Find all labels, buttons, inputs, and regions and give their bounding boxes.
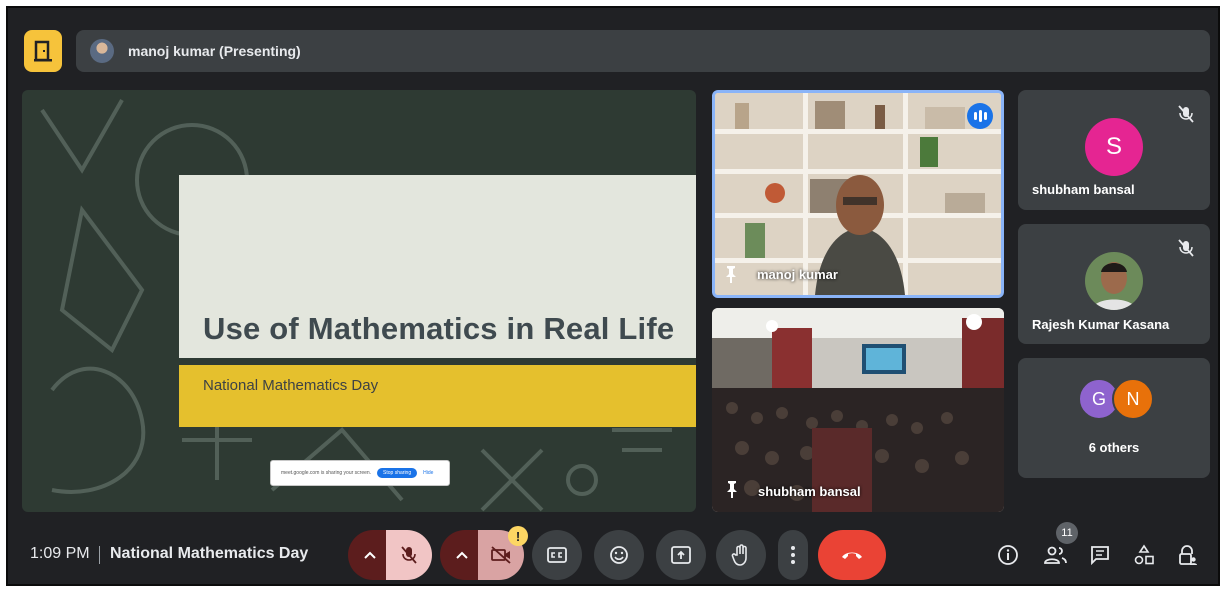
classroom-participant-name: shubham bansal [758, 484, 861, 499]
meeting-clock: 1:09 PM [30, 545, 90, 562]
stop-sharing-button[interactable]: Stop sharing [377, 468, 418, 478]
presenter-name: manoj kumar [757, 267, 838, 282]
participant-count-badge: 11 [1056, 522, 1078, 544]
bookshelf-scene [715, 93, 1001, 295]
meet-window: manoj kumar (Presenting) Use of Mathemat… [6, 6, 1220, 586]
chat-button[interactable] [1088, 543, 1112, 567]
slide-subtitle-band: National Mathematics Day [179, 365, 696, 427]
present-screen-button[interactable] [656, 530, 706, 580]
captions-button[interactable] [532, 530, 582, 580]
call-end-icon [842, 552, 862, 559]
camera-off-icon [491, 546, 511, 564]
meet-logo[interactable] [24, 30, 62, 72]
participant-photo [1085, 252, 1143, 310]
others-count-label: 6 others [1088, 440, 1140, 455]
participant-avatar: S [1085, 118, 1143, 176]
video-tile-classroom[interactable]: shubham bansal [712, 308, 1004, 512]
present-to-all-icon [671, 546, 691, 564]
avatar-initial: S [1105, 133, 1122, 160]
pin-icon[interactable] [723, 265, 739, 283]
video-tile-shubham[interactable]: S shubham bansal [1018, 90, 1210, 210]
chevron-up-icon [364, 551, 376, 559]
more-options-button[interactable] [778, 530, 808, 580]
people-icon [1044, 546, 1067, 564]
video-tile-rajesh[interactable]: Rajesh Kumar Kasana [1018, 224, 1210, 344]
mic-toggle-button[interactable] [386, 530, 432, 580]
avatar-initial: N [1126, 388, 1140, 409]
classroom-scene [712, 308, 1004, 512]
meeting-title: National Mathematics Day [110, 545, 309, 562]
reactions-button[interactable] [594, 530, 644, 580]
speaking-indicator-icon [967, 103, 993, 129]
mic-off-icon [401, 546, 417, 564]
presenting-bar: manoj kumar (Presenting) [76, 30, 1210, 72]
divider [99, 546, 100, 564]
activities-button[interactable] [1132, 543, 1156, 567]
leave-call-button[interactable] [818, 530, 886, 580]
emoji-icon [610, 546, 628, 564]
presenting-label: manoj kumar (Presenting) [128, 43, 301, 59]
closed-captions-icon [547, 547, 567, 563]
warning-icon: ! [508, 526, 528, 546]
slide-title-panel: Use of Mathematics in Real Life [179, 175, 696, 358]
info-icon [998, 545, 1018, 565]
others-tile[interactable]: G N 6 others [1018, 358, 1210, 478]
slide-subtitle: National Mathematics Day [203, 377, 379, 394]
mic-off-icon [1178, 239, 1194, 257]
slide-title: Use of Mathematics in Real Life [203, 311, 675, 346]
chat-icon [1091, 546, 1109, 566]
shared-screen[interactable]: Use of Mathematics in Real Life National… [22, 90, 696, 512]
mic-off-icon [1178, 105, 1194, 123]
avatar-initial: G [1091, 388, 1106, 409]
people-button[interactable] [1044, 543, 1068, 567]
screen-share-notice: meet.google.com is sharing your screen. … [270, 460, 450, 486]
meeting-room-icon [34, 40, 52, 62]
participant-name: shubham bansal [1032, 182, 1135, 197]
hide-notice-link[interactable]: Hide [423, 470, 433, 476]
host-controls-button[interactable] [1176, 543, 1200, 567]
lock-person-icon [1179, 545, 1197, 565]
presenter-avatar [90, 39, 114, 63]
video-tile-presenter[interactable]: manoj kumar [712, 90, 1004, 298]
raise-hand-button[interactable] [716, 530, 766, 580]
share-notice-text: meet.google.com is sharing your screen. [281, 470, 372, 476]
hand-icon [731, 544, 747, 566]
more-vertical-icon [791, 546, 795, 564]
meeting-details-button[interactable] [996, 543, 1020, 567]
pin-icon[interactable] [724, 480, 740, 498]
chevron-up-icon [456, 551, 468, 559]
participant-avatar: N [1112, 378, 1154, 420]
participant-name: Rajesh Kumar Kasana [1032, 317, 1170, 332]
shapes-icon [1134, 544, 1154, 565]
